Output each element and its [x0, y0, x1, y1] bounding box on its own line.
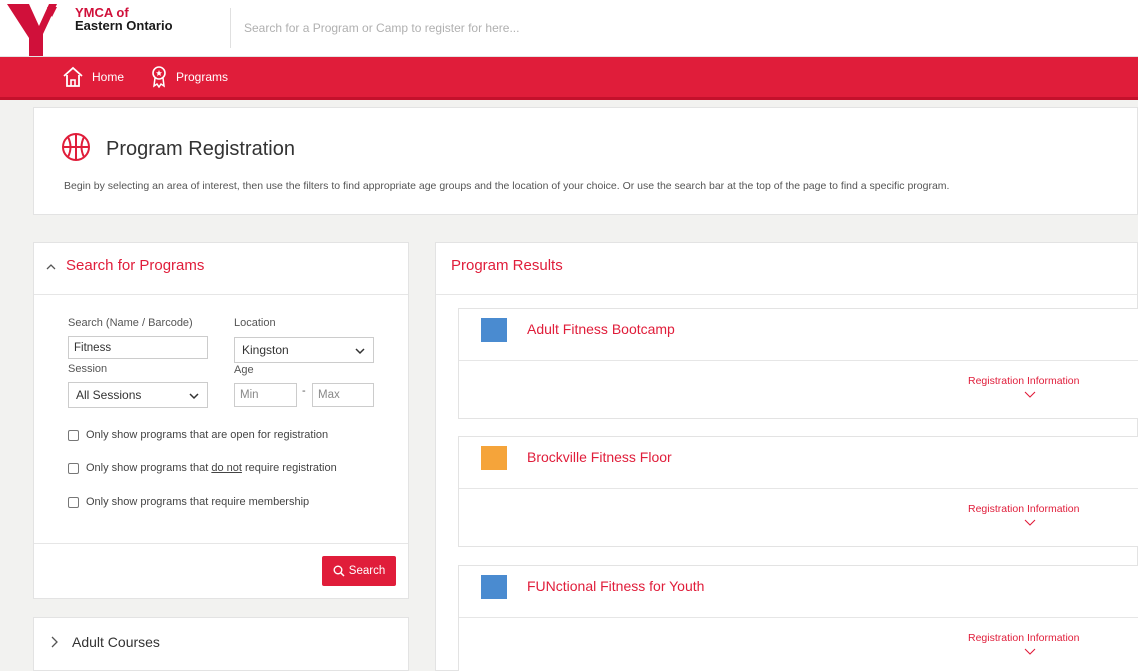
session-select-value: All Sessions	[76, 388, 142, 402]
location-select-value: Kingston	[242, 343, 289, 357]
no-registration-checkbox[interactable]	[68, 462, 79, 474]
program-results-panel: Program Results Adult Fitness Bootcamp R…	[435, 242, 1138, 671]
program-name[interactable]: Adult Fitness Bootcamp	[527, 321, 675, 337]
search-panel-header[interactable]: Search for Programs	[34, 243, 408, 295]
program-card: Brockville Fitness Floor Registration In…	[458, 436, 1138, 547]
no-registration-text-end: require registration	[241, 462, 337, 474]
chevron-down-icon	[355, 348, 365, 355]
chevron-down-icon[interactable]	[1024, 391, 1036, 399]
age-separator: -	[302, 385, 306, 397]
registration-information-link[interactable]: Registration Information	[968, 503, 1079, 515]
nav-home[interactable]: Home	[62, 57, 124, 97]
chevron-up-icon	[46, 264, 56, 270]
global-search	[230, 8, 1130, 48]
registration-information-link[interactable]: Registration Information	[968, 375, 1079, 387]
page-header-card: Program Registration Begin by selecting …	[33, 107, 1138, 215]
program-card-divider	[459, 617, 1138, 618]
search-name-label: Search (Name / Barcode)	[68, 317, 193, 329]
page-description: Begin by selecting an area of interest, …	[64, 180, 950, 192]
global-search-input[interactable]	[231, 8, 1130, 48]
search-button-label: Search	[348, 565, 386, 577]
program-card: Adult Fitness Bootcamp Registration Info…	[458, 308, 1138, 419]
logo-line-2: Eastern Ontario	[75, 18, 173, 33]
no-registration-underline: do not	[211, 462, 242, 474]
results-title: Program Results	[451, 257, 563, 274]
program-card: FUNctional Fitness for Youth Registratio…	[458, 565, 1138, 671]
search-button[interactable]: Search	[322, 556, 396, 586]
basketball-icon	[61, 132, 91, 167]
adult-courses-title: Adult Courses	[72, 634, 160, 650]
search-icon	[333, 565, 345, 577]
search-name-input[interactable]: Fitness	[68, 336, 208, 359]
nav-programs-label: Programs	[176, 70, 229, 84]
open-registration-checkbox[interactable]	[68, 429, 79, 441]
program-name[interactable]: Brockville Fitness Floor	[527, 449, 672, 465]
session-label: Session	[68, 363, 108, 375]
main-nav: Home Programs	[0, 57, 1138, 100]
location-label: Location	[234, 317, 276, 329]
program-card-divider	[459, 360, 1138, 361]
no-registration-text-start: Only show programs that	[86, 462, 212, 474]
chevron-down-icon[interactable]	[1024, 648, 1036, 656]
program-color-marker	[481, 575, 507, 599]
membership-option[interactable]: Only show programs that require membersh…	[68, 496, 309, 508]
chevron-right-icon	[51, 636, 58, 648]
chevron-down-icon[interactable]	[1024, 519, 1036, 527]
membership-label: Only show programs that require membersh…	[86, 496, 310, 508]
open-registration-option[interactable]: Only show programs that are open for reg…	[68, 429, 328, 441]
ymca-logo-icon[interactable]	[7, 4, 63, 56]
session-select[interactable]: All Sessions	[68, 382, 208, 408]
program-color-marker	[481, 318, 507, 342]
age-min-input[interactable]: Min	[234, 383, 297, 407]
nav-home-label: Home	[92, 70, 125, 84]
registration-information-link[interactable]: Registration Information	[968, 632, 1079, 644]
program-card-divider	[459, 488, 1138, 489]
location-select[interactable]: Kingston	[234, 337, 374, 363]
panel-divider	[34, 543, 408, 544]
logo-text[interactable]: YMCA of Eastern Ontario	[75, 6, 173, 32]
membership-checkbox[interactable]	[68, 496, 79, 508]
no-registration-option[interactable]: Only show programs that do not require r…	[68, 462, 337, 474]
age-label: Age	[234, 364, 254, 376]
open-registration-label: Only show programs that are open for reg…	[86, 429, 329, 441]
chevron-down-icon	[189, 393, 199, 400]
no-registration-label: Only show programs that do not require r…	[86, 462, 337, 474]
search-programs-panel: Search for Programs Search (Name / Barco…	[33, 242, 409, 599]
program-name[interactable]: FUNctional Fitness for Youth	[527, 578, 704, 594]
nav-programs[interactable]: Programs	[150, 57, 228, 97]
top-bar: YMCA of Eastern Ontario	[0, 0, 1138, 57]
program-color-marker	[481, 446, 507, 470]
award-ribbon-icon	[152, 66, 166, 88]
home-icon	[63, 66, 83, 87]
page-title: Program Registration	[106, 138, 295, 160]
adult-courses-category[interactable]: Adult Courses	[33, 617, 409, 671]
age-max-input[interactable]: Max	[312, 383, 374, 407]
search-panel-title: Search for Programs	[66, 257, 205, 274]
results-header: Program Results	[436, 243, 1137, 295]
